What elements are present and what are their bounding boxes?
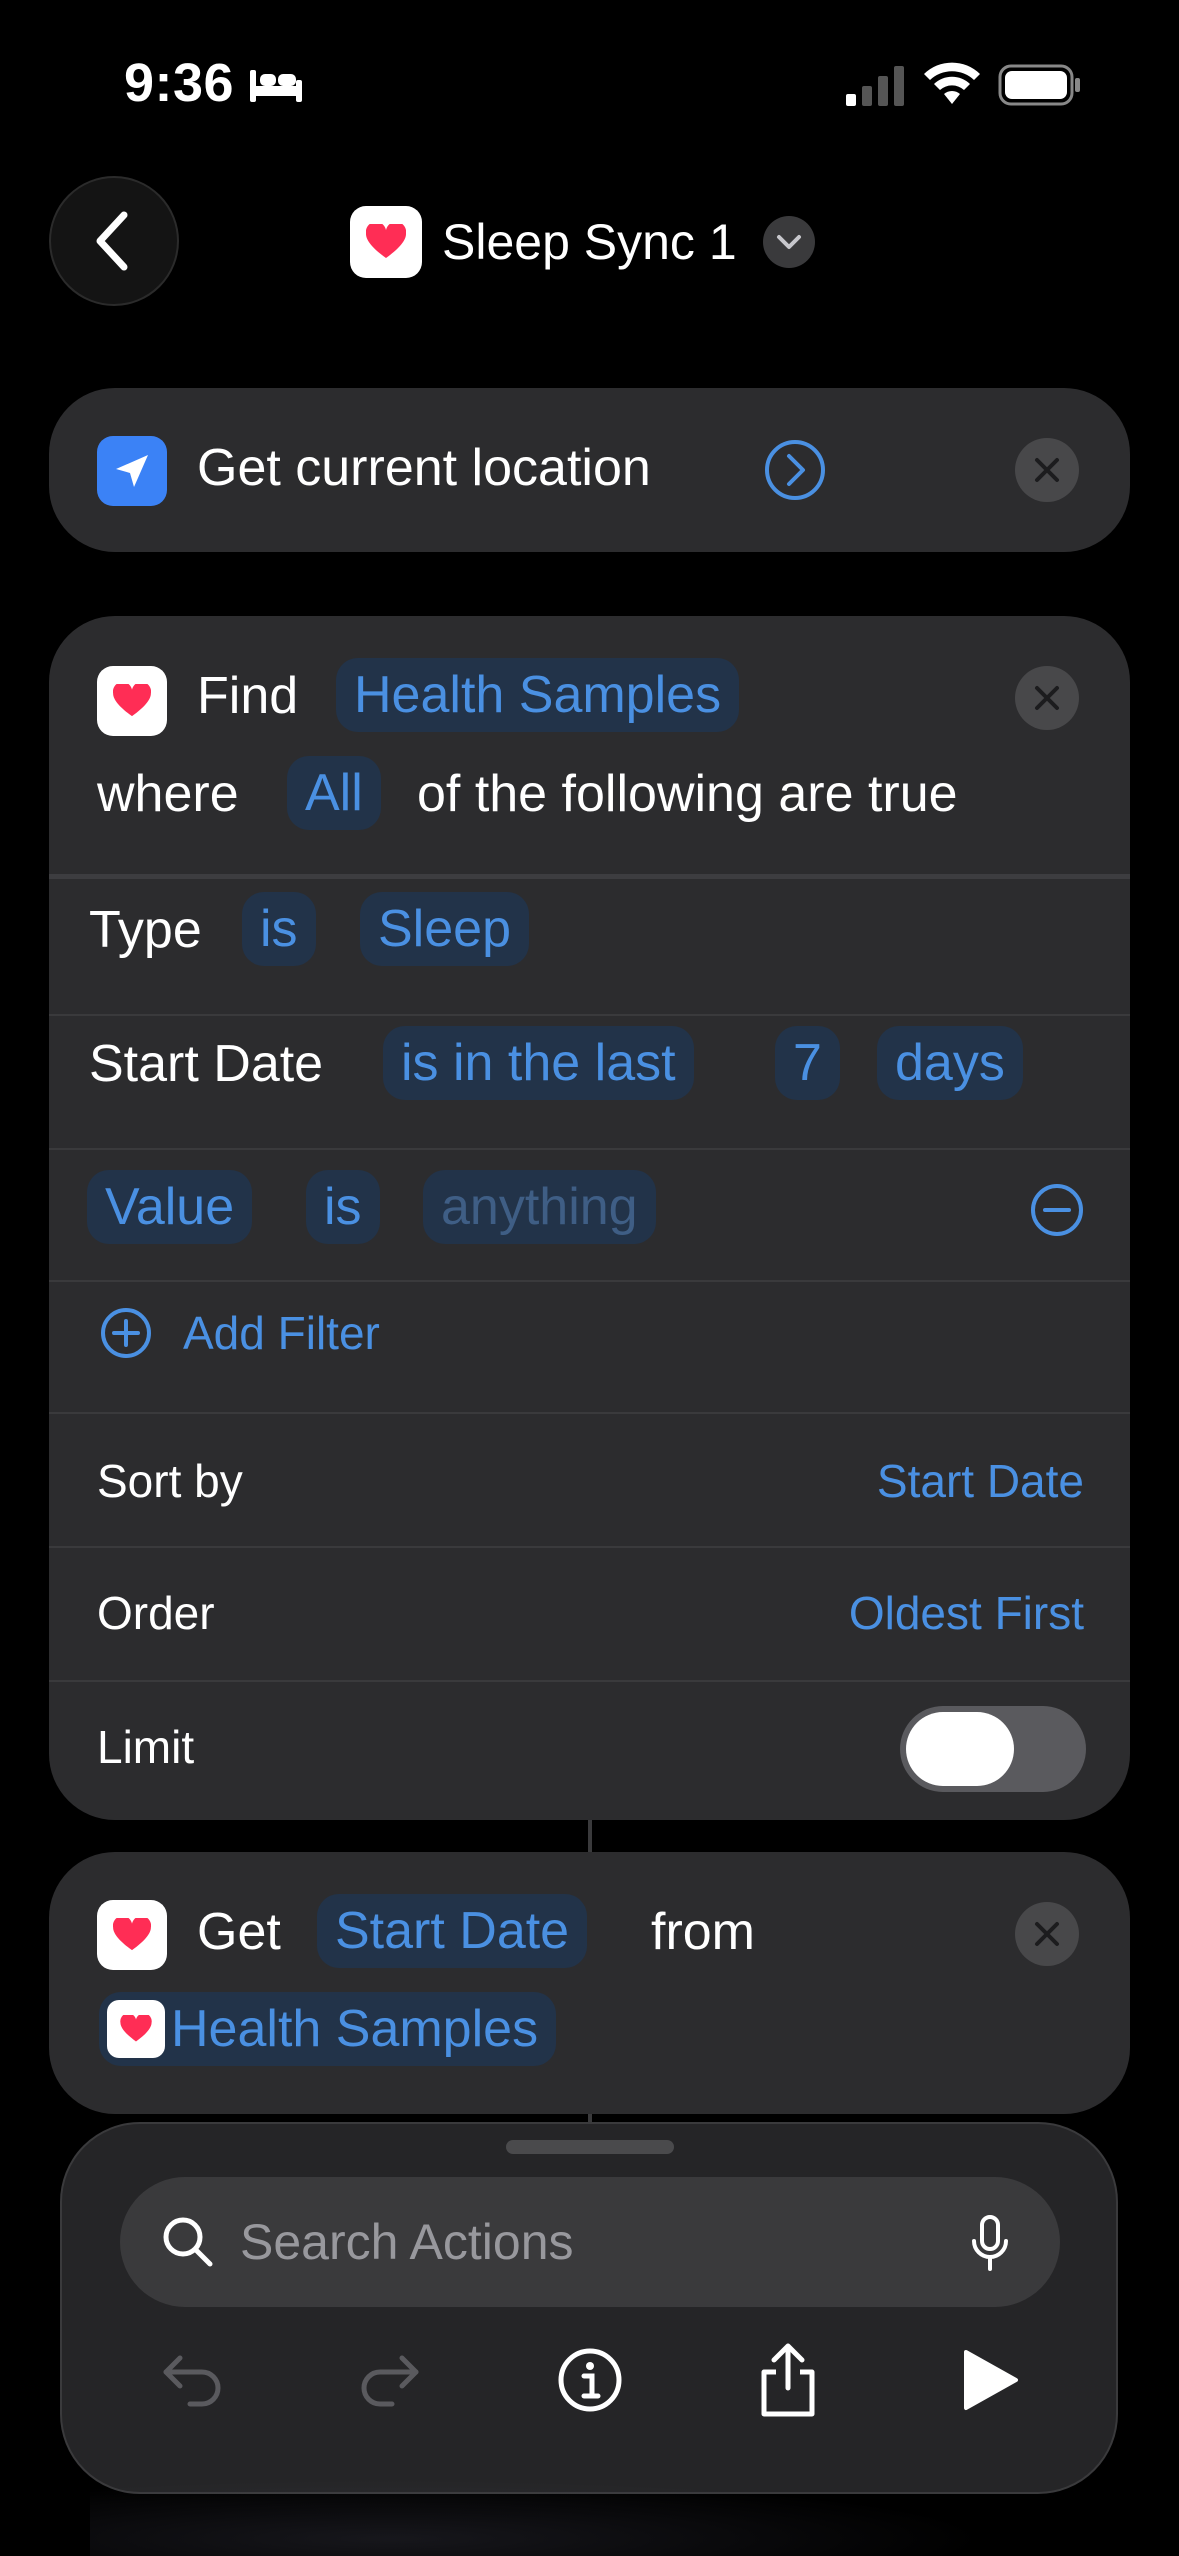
sort-by-label: Sort by [97, 1455, 243, 1507]
heart-icon [113, 1918, 151, 1951]
health-app-icon [350, 206, 422, 278]
search-placeholder: Search Actions [240, 2214, 574, 2270]
search-actions-field[interactable]: Search Actions [120, 2177, 1060, 2307]
limit-toggle[interactable] [900, 1706, 1086, 1792]
toggle-knob [906, 1712, 1014, 1786]
filter-op-token[interactable]: is [242, 892, 316, 966]
play-icon [964, 2350, 1018, 2410]
add-filter-button[interactable]: Add Filter [99, 1306, 380, 1360]
get-location-label: Get current location [197, 439, 651, 497]
filter-field-type: Type [89, 901, 202, 959]
get-property-action: Get Start Date from Health Samples [49, 1852, 1130, 2114]
search-icon [163, 2217, 213, 2267]
remove-action-button[interactable] [1015, 438, 1079, 502]
chevron-down-icon [776, 235, 801, 249]
divider [49, 1680, 1130, 1682]
info-button[interactable] [550, 2340, 630, 2420]
filter-value-token[interactable]: anything [423, 1170, 656, 1244]
heart-icon [113, 684, 151, 717]
health-app-icon [107, 2000, 165, 2058]
filter-field-token[interactable]: Value [87, 1170, 253, 1244]
divider [49, 1148, 1130, 1150]
divider [49, 1014, 1130, 1016]
filter-op-token[interactable]: is [306, 1170, 380, 1244]
filter-count-token[interactable]: 7 [775, 1026, 840, 1100]
status-time: 9:36 [124, 53, 235, 113]
source-variable-label: Health Samples [171, 2000, 539, 2058]
from-label: from [651, 1903, 755, 1961]
source-variable-token[interactable]: Health Samples [99, 1992, 557, 2066]
run-button[interactable] [950, 2340, 1030, 2420]
sort-by-value[interactable]: Start Date [877, 1454, 1084, 1508]
add-filter-label: Add Filter [183, 1307, 380, 1359]
get-verb: Get [197, 1903, 281, 1961]
undo-button[interactable] [152, 2340, 232, 2420]
filter-value-token[interactable]: Sleep [360, 892, 529, 966]
share-button[interactable] [748, 2340, 828, 2420]
divider [49, 1412, 1130, 1414]
title-chevron-button[interactable] [762, 216, 815, 268]
health-app-icon [97, 666, 167, 736]
chevron-right-circle-icon[interactable] [763, 438, 827, 502]
microphone-icon[interactable] [970, 2215, 1010, 2271]
remove-action-button[interactable] [1015, 1902, 1079, 1966]
where-label: where [97, 765, 239, 823]
remove-action-button[interactable] [1015, 666, 1079, 730]
following-label: of the following are true [417, 765, 958, 823]
plus-circle-icon [101, 1308, 151, 1358]
limit-label: Limit [97, 1721, 195, 1773]
back-button[interactable] [49, 176, 179, 306]
order-label: Order [97, 1587, 215, 1639]
redo-button[interactable] [350, 2340, 430, 2420]
shortcut-title-menu[interactable]: Sleep Sync 1 [350, 205, 815, 279]
connector-line [588, 1820, 592, 1852]
divider [49, 874, 1130, 879]
filter-field-start-date: Start Date [89, 1035, 324, 1093]
sheet-grabber[interactable] [506, 2140, 674, 2154]
location-app-icon [97, 436, 167, 506]
bed-icon [250, 70, 302, 102]
redo-icon [361, 2355, 419, 2407]
find-health-samples-action: Find Health Samples where All of the fol… [49, 616, 1130, 1820]
property-token[interactable]: Start Date [317, 1894, 588, 1968]
heart-icon [366, 224, 406, 258]
health-app-icon [97, 1900, 167, 1970]
remove-filter-icon[interactable] [1029, 1182, 1085, 1238]
order-value[interactable]: Oldest First [849, 1586, 1084, 1640]
wifi-icon [924, 62, 980, 104]
divider [49, 1280, 1130, 1282]
quantifier-token[interactable]: All [287, 756, 381, 830]
info-icon [558, 2348, 622, 2412]
filter-unit-token[interactable]: days [877, 1026, 1023, 1100]
location-arrow-icon [116, 455, 148, 487]
close-icon [1035, 458, 1059, 482]
get-location-action[interactable]: Get current location [49, 388, 1130, 552]
home-area-glow [90, 2470, 1090, 2556]
share-icon [761, 2343, 815, 2417]
heart-icon [120, 2015, 152, 2042]
find-verb: Find [197, 667, 299, 725]
close-icon [1035, 686, 1059, 710]
cellular-signal-icon [846, 66, 904, 106]
divider [49, 1546, 1130, 1548]
find-item-token[interactable]: Health Samples [336, 658, 740, 732]
shortcut-title: Sleep Sync 1 [442, 214, 737, 270]
undo-icon [163, 2355, 221, 2407]
chevron-left-icon [96, 211, 128, 271]
filter-op-token[interactable]: is in the last [383, 1026, 694, 1100]
close-icon [1035, 1922, 1059, 1946]
battery-icon [998, 64, 1080, 106]
